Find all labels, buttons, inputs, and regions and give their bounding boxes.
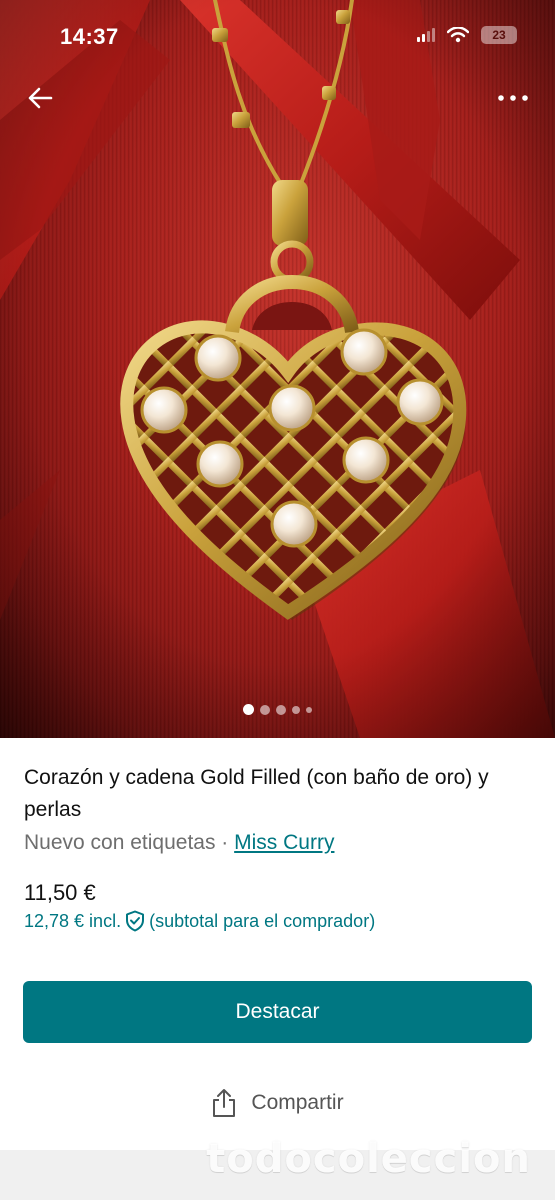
- item-condition: Nuevo con etiquetas: [24, 831, 216, 854]
- buyer-price-value: 12,78 € incl.: [24, 910, 122, 931]
- gallery-pagination[interactable]: [0, 704, 555, 715]
- shield-check-icon: [126, 910, 145, 932]
- buyer-price[interactable]: 12,78 € incl. (subtotal para el comprado…: [24, 910, 375, 932]
- pagination-dot-1[interactable]: [243, 704, 254, 715]
- signal-icon: [417, 28, 435, 42]
- item-details: Corazón y cadena Gold Filled (con baño d…: [24, 762, 531, 858]
- brand-link[interactable]: Miss Curry: [234, 831, 334, 854]
- subtitle-separator: ·: [215, 831, 235, 854]
- more-horizontal-icon: [498, 95, 528, 101]
- item-subtitle: Nuevo con etiquetas · Miss Curry: [24, 828, 531, 858]
- wifi-icon: [447, 27, 469, 43]
- status-time: 14:37: [60, 24, 119, 49]
- pagination-dot-3[interactable]: [276, 704, 286, 715]
- arrow-left-icon: [28, 87, 53, 109]
- pagination-dot-4[interactable]: [292, 705, 300, 714]
- item-title: Corazón y cadena Gold Filled (con baño d…: [24, 766, 489, 821]
- buyer-price-note: (subtotal para el comprador): [149, 910, 376, 931]
- watermark-text: todocoleccion: [206, 1136, 531, 1182]
- item-price: 11,50 €: [24, 880, 96, 905]
- share-button[interactable]: Compartir: [0, 1088, 555, 1118]
- back-button[interactable]: [22, 80, 58, 116]
- share-label: Compartir: [251, 1091, 344, 1114]
- product-photo-gallery[interactable]: 14:37 23: [0, 0, 555, 738]
- share-icon: [213, 1089, 236, 1117]
- status-icons: 23: [417, 26, 517, 44]
- more-options-button[interactable]: [493, 80, 533, 116]
- promote-button[interactable]: Destacar: [23, 981, 532, 1043]
- product-photo: [0, 0, 555, 738]
- pagination-dot-5[interactable]: [306, 706, 312, 713]
- battery-indicator: 23: [481, 26, 517, 44]
- pagination-dot-2[interactable]: [260, 704, 270, 715]
